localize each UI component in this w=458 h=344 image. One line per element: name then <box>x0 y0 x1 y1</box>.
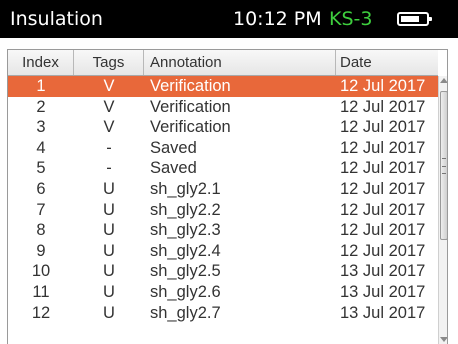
column-header-tags[interactable]: Tags <box>74 50 144 75</box>
row-index: 8 <box>36 221 46 240</box>
grip-line <box>442 158 446 160</box>
table-row[interactable]: 10 Ush_gly2.5 13 Jul 2017 <box>8 261 438 282</box>
row-tag: - <box>106 159 112 178</box>
table-header: Index Tags Annotation Date <box>8 50 438 76</box>
row-annotation: sh_gly2.2 <box>150 200 221 219</box>
row-index: 3 <box>36 118 46 137</box>
row-tag: U <box>103 303 115 322</box>
row-index: 1 <box>36 77 46 95</box>
row-annotation: Verification <box>150 118 231 137</box>
row-date: 12 Jul 2017 <box>340 77 426 95</box>
row-annotation: Verification <box>150 77 231 95</box>
row-tag: V <box>103 97 115 116</box>
row-tag: V <box>103 77 115 95</box>
column-header-index[interactable]: Index <box>8 50 74 75</box>
grip-line <box>442 165 446 167</box>
table-body: 1 V Verification 12 Jul 2017 2 V Verification 1… <box>8 76 438 323</box>
grip-line <box>442 173 446 175</box>
column-header-date[interactable]: Date <box>336 50 438 75</box>
row-date: 12 Jul 2017 <box>340 179 426 198</box>
table-row[interactable]: 8 Ush_gly2.3 12 Jul 2017 <box>8 220 438 241</box>
row-date: 13 Jul 2017 <box>340 303 426 322</box>
row-annotation: sh_gly2.7 <box>150 303 221 322</box>
status-bar: Insulation 10:12 PM KS-3 <box>0 0 458 38</box>
row-date: 12 Jul 2017 <box>340 118 426 137</box>
row-tag: U <box>103 282 115 301</box>
row-tag: U <box>103 262 115 281</box>
row-date: 13 Jul 2017 <box>340 262 426 281</box>
row-index: 4 <box>36 138 46 157</box>
row-index: 11 <box>32 282 50 301</box>
table-row[interactable]: 3 V Verification 12 Jul 2017 <box>8 117 438 138</box>
row-tag: U <box>103 200 115 219</box>
row-tag: U <box>103 221 115 240</box>
clock: 10:12 PM <box>233 8 322 30</box>
row-annotation: sh_gly2.1 <box>150 179 221 198</box>
scroll-down-icon[interactable] <box>440 337 447 342</box>
row-index: 7 <box>36 200 46 219</box>
battery-terminal <box>429 17 432 21</box>
row-date: 12 Jul 2017 <box>340 241 426 260</box>
row-date: 12 Jul 2017 <box>340 138 426 157</box>
row-annotation: sh_gly2.3 <box>150 221 221 240</box>
row-date: 12 Jul 2017 <box>340 200 426 219</box>
battery-level <box>401 16 419 22</box>
row-date: 13 Jul 2017 <box>340 282 426 301</box>
row-index: 6 <box>36 179 46 198</box>
row-annotation: Saved <box>150 138 197 157</box>
scrollbar-thumb[interactable] <box>440 90 447 241</box>
battery-icon <box>397 12 432 26</box>
column-header-annotation[interactable]: Annotation <box>144 50 336 75</box>
row-date: 12 Jul 2017 <box>340 159 426 178</box>
row-annotation: sh_gly2.5 <box>150 262 221 281</box>
scroll-up-icon[interactable] <box>440 78 447 83</box>
app-title: Insulation <box>10 8 103 30</box>
table-row[interactable]: 4 - Saved 12 Jul 2017 <box>8 138 438 159</box>
vertical-scrollbar[interactable] <box>438 76 447 344</box>
table-row[interactable]: 1 V Verification 12 Jul 2017 <box>8 76 438 97</box>
row-annotation: sh_gly2.6 <box>150 282 221 301</box>
table-row[interactable]: 7 Ush_gly2.2 12 Jul 2017 <box>8 200 438 221</box>
row-date: 12 Jul 2017 <box>340 221 426 240</box>
row-index: 10 <box>31 262 51 281</box>
table-row[interactable]: 2 V Verification 12 Jul 2017 <box>8 97 438 118</box>
table-row[interactable]: 5 - Saved 12 Jul 2017 <box>8 158 438 179</box>
row-tag: U <box>103 241 115 260</box>
row-index: 9 <box>36 241 46 260</box>
results-table: Index Tags Annotation Date 1 V Verificatio… <box>7 49 448 344</box>
row-index: 5 <box>36 159 46 178</box>
row-annotation: Verification <box>150 97 231 116</box>
row-index: 2 <box>36 97 46 116</box>
row-date: 12 Jul 2017 <box>340 97 426 116</box>
table-row[interactable]: 6 Ush_gly2.1 12 Jul 2017 <box>8 179 438 200</box>
device-id: KS-3 <box>329 8 373 30</box>
row-tag: U <box>103 179 115 198</box>
row-index: 12 <box>31 303 51 322</box>
row-tag: - <box>106 138 112 157</box>
row-annotation: Saved <box>150 159 197 178</box>
table-row[interactable]: 9 Ush_gly2.4 12 Jul 2017 <box>8 241 438 262</box>
row-tag: V <box>103 118 115 137</box>
table-row[interactable]: 12 Ush_gly2.7 13 Jul 2017 <box>8 303 438 324</box>
row-annotation: sh_gly2.4 <box>150 241 221 260</box>
table-row[interactable]: 11 Ush_gly2.6 13 Jul 2017 <box>8 282 438 303</box>
